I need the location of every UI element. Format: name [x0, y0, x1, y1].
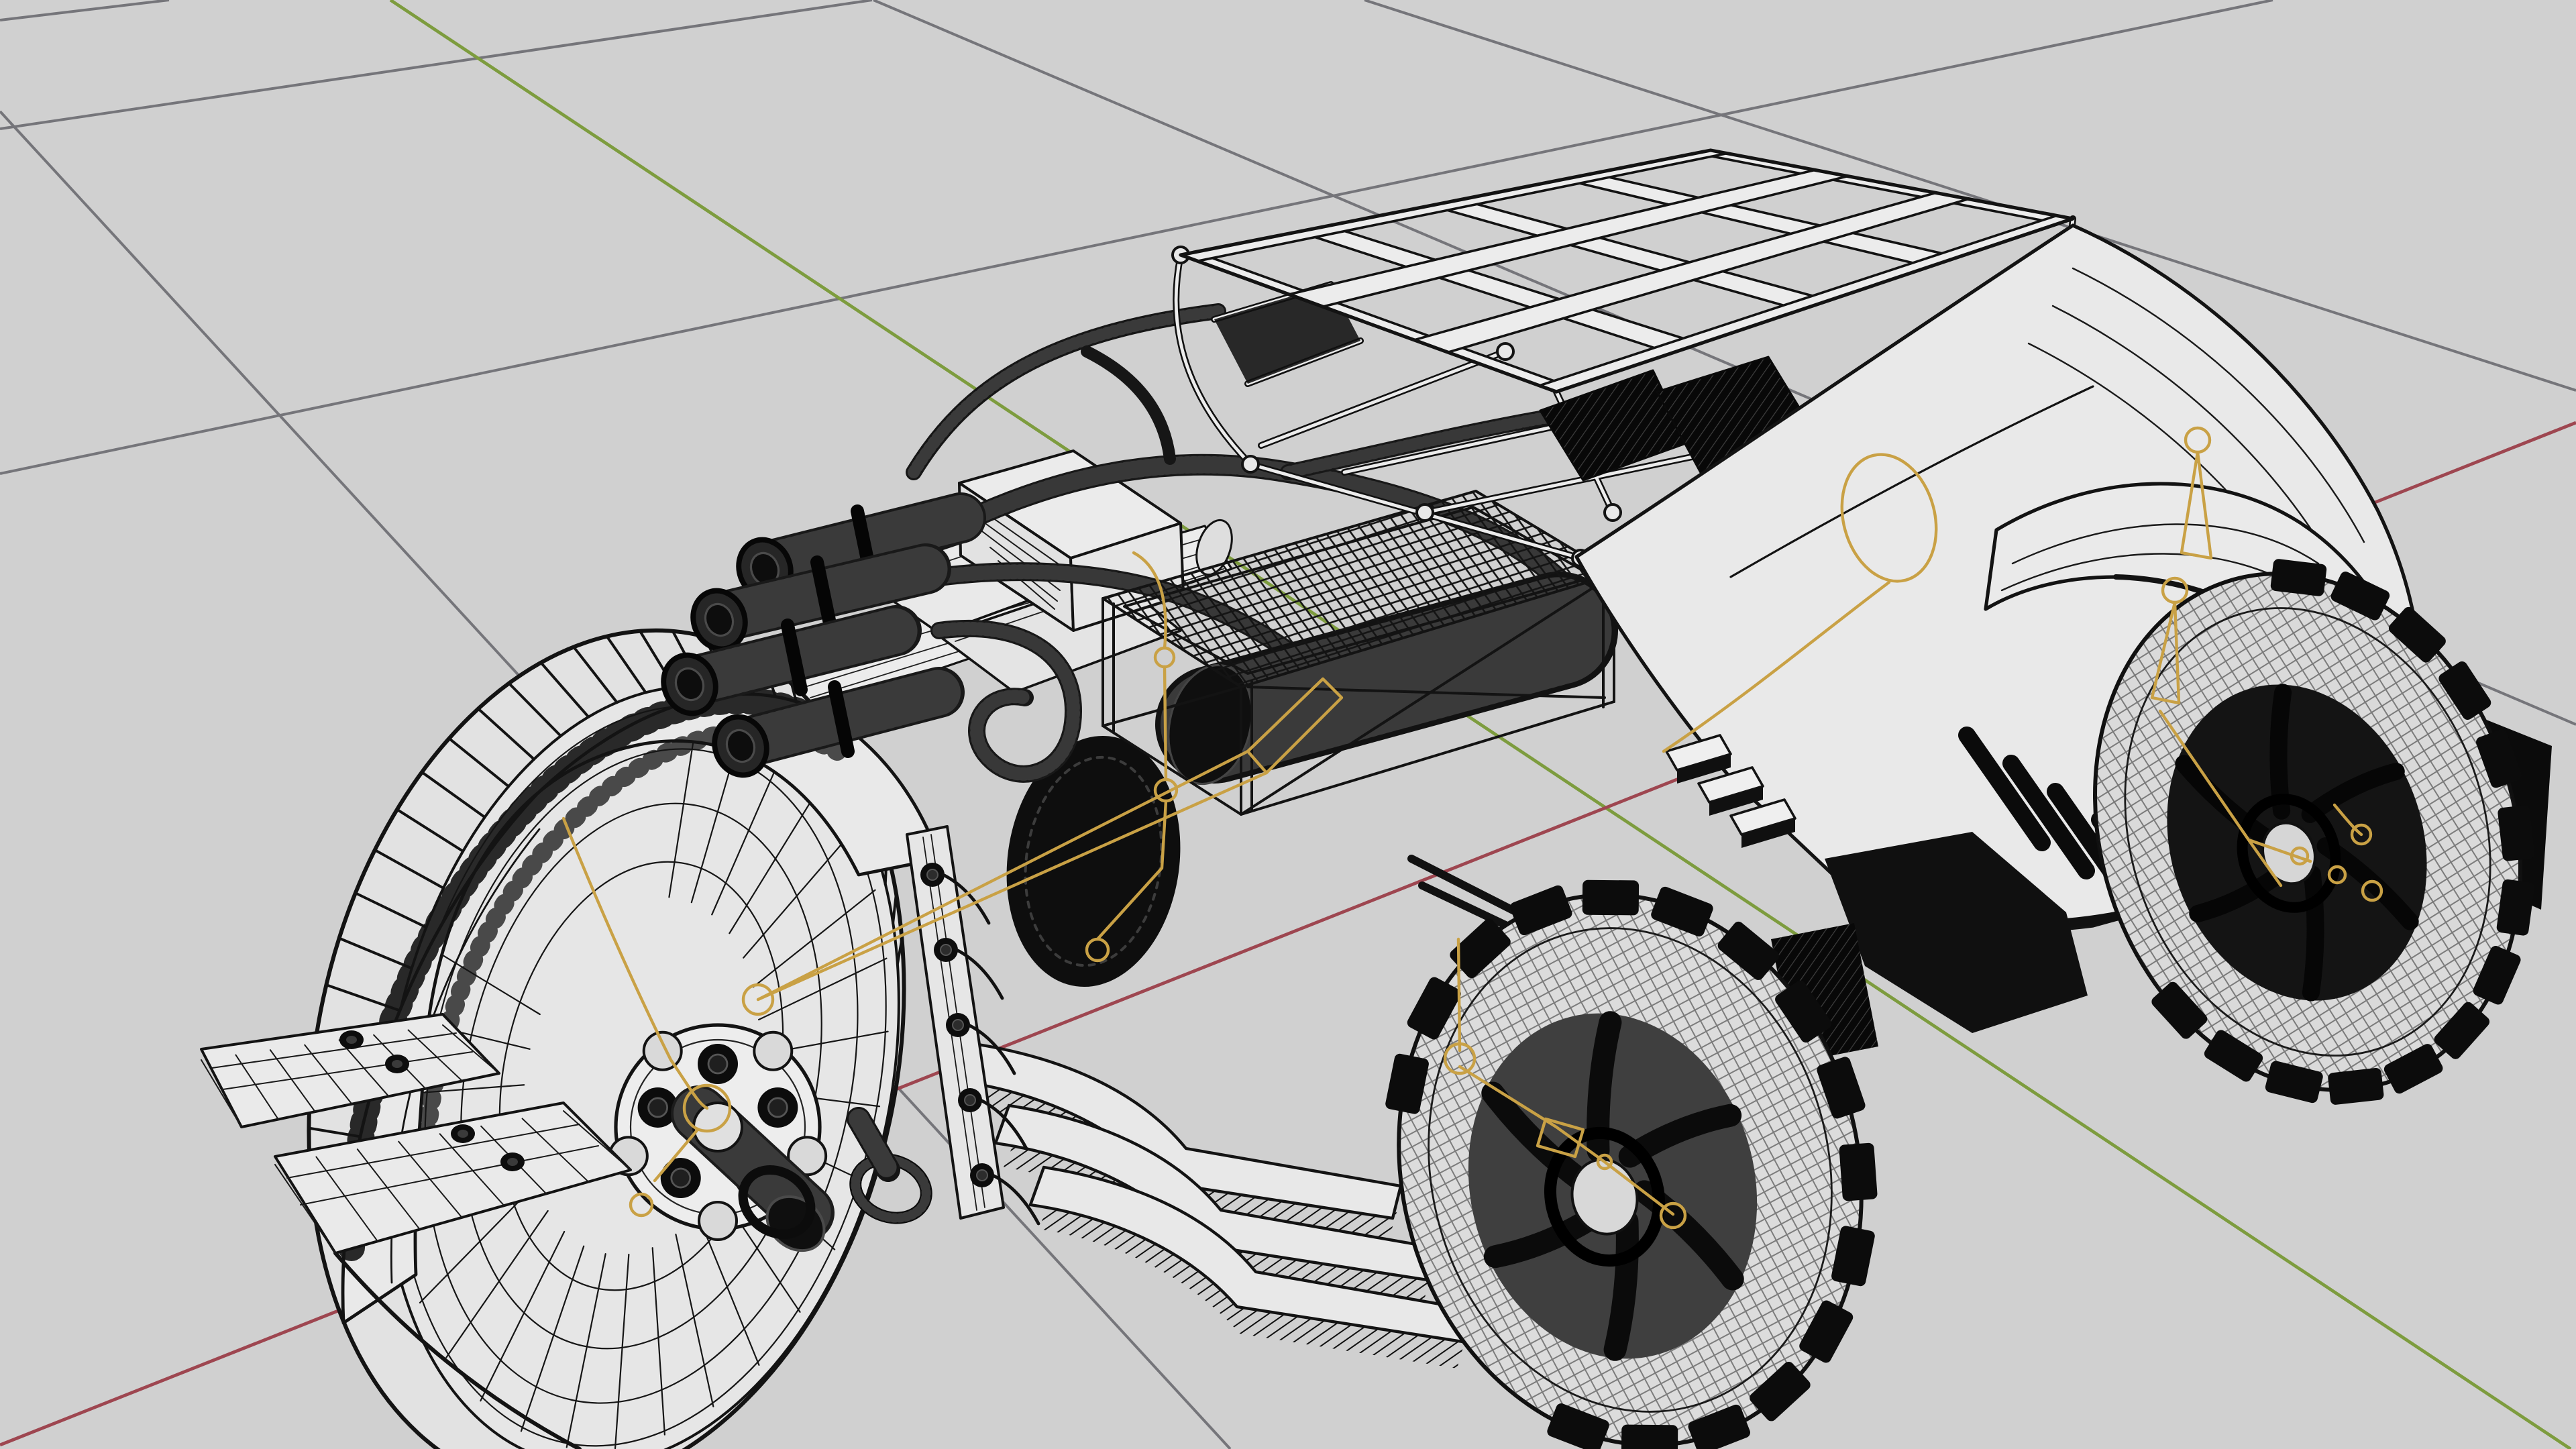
scene-canvas[interactable]	[0, 0, 2576, 1449]
tread-block	[2498, 805, 2535, 861]
lug-hole	[707, 1053, 729, 1075]
strip-bolt-core	[940, 944, 952, 956]
tread-block	[2328, 1067, 2384, 1105]
rim-spoke	[2269, 684, 2292, 820]
tread-block	[1839, 1142, 1878, 1201]
bumper-bolt-core	[346, 1036, 357, 1044]
lug-hole	[647, 1097, 669, 1118]
hub-notch	[698, 1201, 738, 1241]
tube-joint	[1241, 455, 1260, 474]
strip-bolt-core	[926, 869, 938, 881]
hub-notch	[753, 1030, 794, 1071]
strip-bolt-core	[952, 1019, 964, 1031]
lug-hole	[670, 1167, 692, 1189]
tread-block	[1582, 879, 1640, 916]
tube-joint	[1415, 503, 1434, 522]
viewport-3d[interactable]	[0, 0, 2576, 1449]
tread-block	[2270, 559, 2327, 596]
tube-joint	[1496, 342, 1515, 361]
tread-block	[1621, 1424, 1678, 1449]
bumper-bolt-core	[458, 1130, 468, 1138]
strip-bolt-core	[976, 1169, 988, 1181]
strip-bolt-core	[964, 1094, 976, 1106]
lug-hole	[767, 1097, 788, 1118]
tube-joint	[1603, 503, 1622, 522]
rim-spoke	[1603, 1210, 1639, 1361]
bumper-bolt-core	[392, 1060, 402, 1068]
hub-notch	[642, 1030, 683, 1071]
rim-spoke	[2302, 865, 2324, 1002]
bumper-bolt-core	[507, 1158, 518, 1166]
